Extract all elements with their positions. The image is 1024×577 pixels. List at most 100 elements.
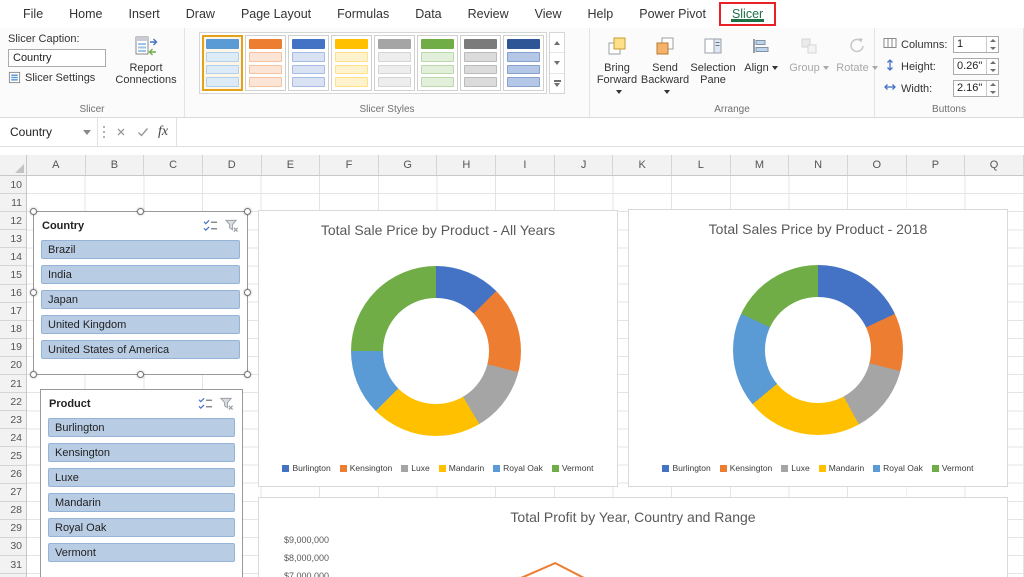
column-header-C[interactable]: C (144, 155, 203, 175)
selection-pane-button[interactable]: Selection Pane (690, 34, 736, 100)
tab-draw[interactable]: Draw (173, 2, 228, 26)
row-header-19[interactable]: 19 (0, 339, 26, 357)
columns-input[interactable]: 1 (953, 36, 999, 53)
slicer-caption-input[interactable] (8, 49, 106, 67)
tab-data[interactable]: Data (402, 2, 454, 26)
align-button[interactable]: Align (738, 34, 784, 100)
enter-button[interactable] (132, 118, 154, 146)
formula-input[interactable] (176, 118, 1024, 146)
tab-review[interactable]: Review (455, 2, 522, 26)
column-header-P[interactable]: P (907, 155, 966, 175)
tab-file[interactable]: File (10, 2, 56, 26)
chart-panel-2018[interactable]: Total Sales Price by Product - 2018 Burl… (628, 209, 1008, 487)
name-box[interactable]: Country (0, 118, 97, 146)
row-header-15[interactable]: 15 (0, 266, 26, 285)
width-spinner[interactable] (986, 81, 998, 96)
tab-power-pivot[interactable]: Power Pivot (626, 2, 719, 26)
slicer-style-light-yellow[interactable] (331, 35, 372, 91)
row-header-27[interactable]: 27 (0, 484, 26, 502)
slicer-item-kensington[interactable]: Kensington (48, 443, 235, 462)
slicer-style-dark-gray[interactable] (460, 35, 501, 91)
column-header-I[interactable]: I (496, 155, 555, 175)
row-header-26[interactable]: 26 (0, 466, 26, 484)
row-header-10[interactable]: 10 (0, 176, 26, 195)
selection-handle-top-right[interactable] (244, 208, 251, 215)
slicer-item-japan[interactable]: Japan (41, 290, 240, 309)
slicer-item-united-states-of-america[interactable]: United States of America (41, 340, 240, 359)
slicer-style-light-blue[interactable] (202, 35, 243, 91)
row-header-31[interactable]: 31 (0, 556, 26, 575)
column-header-G[interactable]: G (379, 155, 438, 175)
tab-formulas[interactable]: Formulas (324, 2, 402, 26)
row-header-13[interactable]: 13 (0, 230, 26, 249)
row-header-20[interactable]: 20 (0, 357, 26, 376)
clear-filter-button[interactable] (216, 394, 237, 413)
column-header-O[interactable]: O (848, 155, 907, 175)
height-spinner[interactable] (986, 59, 998, 74)
slicer-product[interactable]: Product Burlington Kensington Luxe Manda… (40, 389, 243, 577)
column-header-B[interactable]: B (86, 155, 145, 175)
row-header-17[interactable]: 17 (0, 303, 26, 321)
selection-handle-bottom-right[interactable] (244, 371, 251, 378)
select-all-corner[interactable] (0, 155, 27, 176)
tab-help[interactable]: Help (575, 2, 627, 26)
height-input[interactable]: 0.26" (953, 58, 999, 75)
tab-page-layout[interactable]: Page Layout (228, 2, 324, 26)
column-header-K[interactable]: K (613, 155, 673, 175)
gallery-scroll-down-button[interactable] (550, 53, 564, 74)
tab-home[interactable]: Home (56, 2, 115, 26)
column-header-H[interactable]: H (437, 155, 497, 175)
multi-select-button[interactable] (195, 394, 216, 413)
width-input[interactable]: 2.16" (953, 80, 999, 97)
row-header-22[interactable]: 22 (0, 393, 26, 412)
slicer-style-light-green[interactable] (417, 35, 458, 91)
tab-slicer[interactable]: Slicer (718, 2, 777, 26)
row-header-14[interactable]: 14 (0, 248, 26, 267)
selection-handle-top-middle[interactable] (136, 208, 144, 215)
name-box-dropdown-icon[interactable] (83, 129, 91, 135)
row-header-28[interactable]: 28 (0, 502, 26, 520)
insert-function-button[interactable]: fx (154, 118, 176, 146)
slicer-item-luxe[interactable]: Luxe (48, 468, 235, 487)
column-header-Q[interactable]: Q (965, 155, 1024, 175)
cells-grid[interactable]: Country Brazil India Japan United Kingdo… (27, 176, 1024, 577)
slicer-style-light-gray[interactable] (374, 35, 415, 91)
row-header-23[interactable]: 23 (0, 411, 26, 430)
cancel-button[interactable] (110, 118, 132, 146)
clear-filter-button[interactable] (221, 216, 242, 235)
tab-insert[interactable]: Insert (116, 2, 173, 26)
tab-view[interactable]: View (522, 2, 575, 26)
slicer-item-brazil[interactable]: Brazil (41, 240, 240, 259)
send-backward-button[interactable]: Send Backward (641, 34, 689, 100)
column-header-M[interactable]: M (731, 155, 790, 175)
slicer-item-burlington[interactable]: Burlington (48, 418, 235, 437)
donut-chart-1[interactable] (351, 266, 521, 436)
column-header-A[interactable]: A (27, 155, 86, 175)
column-header-L[interactable]: L (672, 155, 731, 175)
slicer-item-vermont[interactable]: Vermont (48, 543, 235, 562)
slicer-item-mandarin[interactable]: Mandarin (48, 493, 235, 512)
selection-handle-middle-left[interactable] (30, 289, 37, 296)
multi-select-button[interactable] (200, 216, 221, 235)
report-connections-button[interactable]: Report Connections (114, 31, 178, 101)
column-header-E[interactable]: E (262, 155, 321, 175)
row-header-18[interactable]: 18 (0, 321, 26, 339)
column-header-F[interactable]: F (320, 155, 379, 175)
column-header-N[interactable]: N (789, 155, 848, 175)
row-header-16[interactable]: 16 (0, 285, 26, 303)
slicer-style-dark-blue[interactable] (503, 35, 544, 91)
column-header-D[interactable]: D (203, 155, 262, 175)
chart-panel-total-profit[interactable]: Total Profit by Year, Country and Range … (258, 497, 1008, 577)
row-header-25[interactable]: 25 (0, 447, 26, 466)
slicer-style-light-blue-2[interactable] (288, 35, 329, 91)
gallery-scroll-up-button[interactable] (550, 33, 564, 54)
selection-handle-bottom-left[interactable] (30, 371, 37, 378)
selection-handle-bottom-middle[interactable] (136, 371, 144, 378)
slicer-country[interactable]: Country Brazil India Japan United Kingdo… (30, 208, 251, 378)
row-header-21[interactable]: 21 (0, 375, 26, 394)
row-header-11[interactable]: 11 (0, 194, 26, 213)
row-header-12[interactable]: 12 (0, 212, 26, 231)
slicer-item-royal-oak[interactable]: Royal Oak (48, 518, 235, 537)
column-header-J[interactable]: J (555, 155, 614, 175)
slicer-item-india[interactable]: India (41, 265, 240, 284)
